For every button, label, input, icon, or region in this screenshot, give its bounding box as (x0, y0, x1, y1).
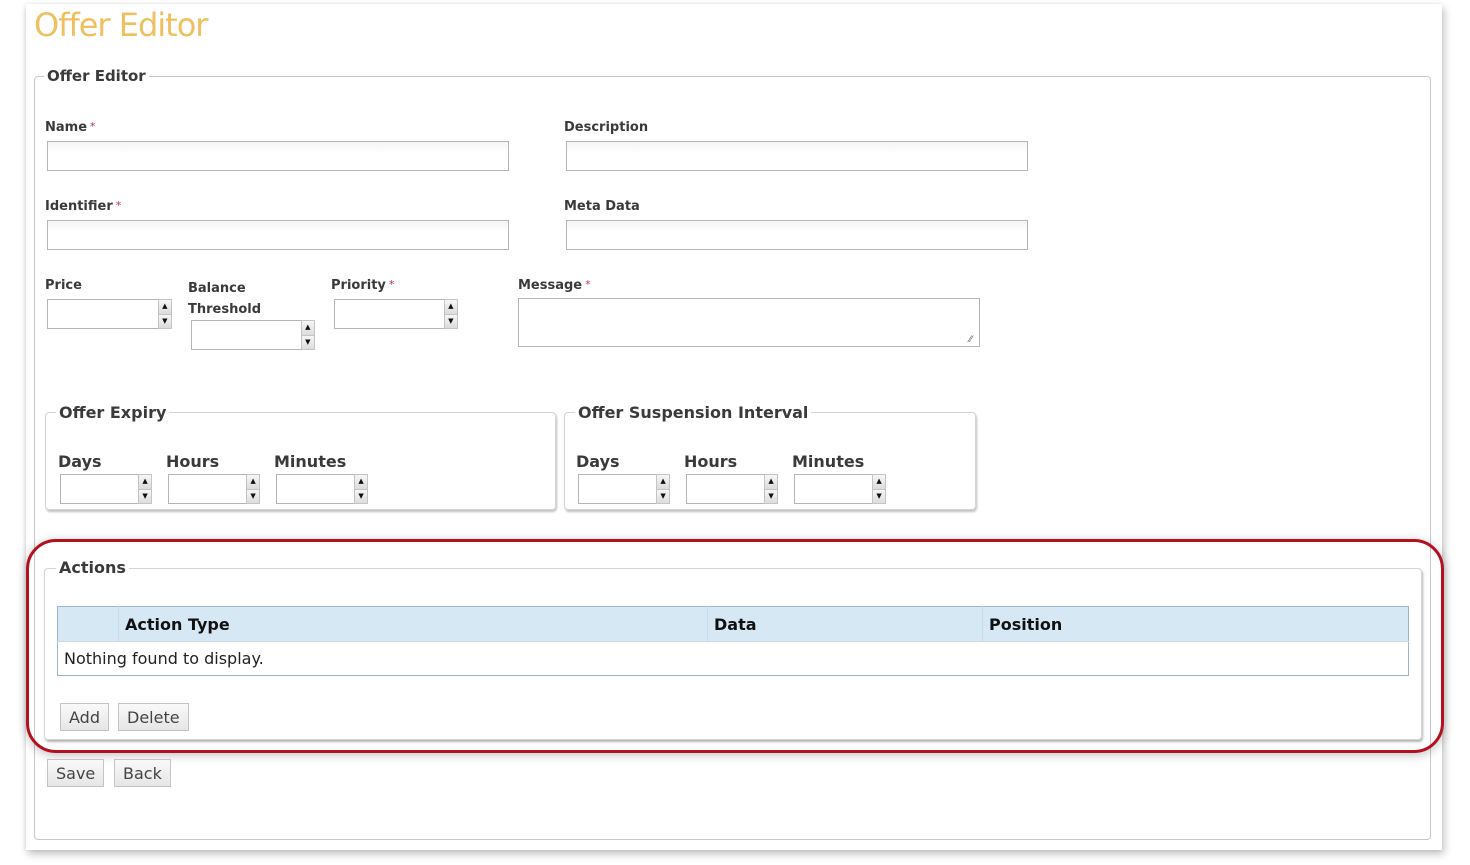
required-marker: * (388, 278, 395, 291)
table-header-row: Action Type Data Position (57, 606, 1409, 642)
suspension-hours-spinner: ▲ ▼ (686, 474, 778, 504)
suspension-hours-input[interactable] (686, 474, 765, 504)
balance-threshold-input[interactable] (191, 320, 301, 350)
identifier-label-text: Identifier (45, 199, 113, 214)
priority-spinner: ▲ ▼ (334, 299, 458, 329)
empty-message: Nothing found to display. (57, 641, 1409, 676)
price-spinner: ▲ ▼ (47, 299, 172, 329)
priority-label: Priority * (331, 278, 394, 293)
suspension-minutes-input[interactable] (794, 474, 873, 504)
spin-buttons: ▲ ▼ (246, 474, 260, 504)
decrement-arrow-icon[interactable]: ▼ (873, 488, 885, 503)
price-input[interactable] (47, 299, 158, 329)
increment-arrow-icon[interactable]: ▲ (355, 475, 367, 489)
actions-legend: Actions (56, 558, 129, 577)
name-input[interactable] (47, 141, 509, 171)
delete-action-button[interactable]: Delete (118, 703, 189, 731)
expiry-minutes-spinner: ▲ ▼ (276, 474, 368, 504)
column-header-data[interactable]: Data (707, 606, 983, 642)
message-label-text: Message (518, 278, 583, 293)
add-action-button[interactable]: Add (60, 703, 109, 731)
increment-arrow-icon[interactable]: ▲ (301, 321, 314, 335)
increment-arrow-icon[interactable]: ▲ (657, 475, 669, 489)
back-button[interactable]: Back (114, 759, 171, 787)
expiry-hours-label: Hours (166, 452, 220, 471)
name-label: Name * (45, 120, 96, 135)
identifier-input[interactable] (47, 220, 509, 250)
column-header-position[interactable]: Position (982, 606, 1409, 642)
actions-table: Action Type Data Position Nothing found … (57, 606, 1409, 676)
expiry-minutes-input[interactable] (276, 474, 355, 504)
increment-arrow-icon[interactable]: ▲ (139, 475, 151, 489)
balance-threshold-label-line2: Threshold (188, 302, 262, 317)
decrement-arrow-icon[interactable]: ▼ (247, 488, 259, 503)
resize-grip-icon[interactable]: ⁄⁄ (969, 336, 977, 345)
name-label-text: Name (45, 120, 88, 135)
priority-label-text: Priority (331, 278, 386, 293)
price-label: Price (45, 278, 82, 293)
decrement-arrow-icon[interactable]: ▼ (657, 488, 669, 503)
suspension-days-input[interactable] (578, 474, 657, 504)
decrement-arrow-icon[interactable]: ▼ (139, 488, 151, 503)
table-row: Nothing found to display. (57, 641, 1409, 676)
column-header-select[interactable] (57, 606, 119, 642)
required-marker: * (115, 199, 122, 212)
suspension-minutes-spinner: ▲ ▼ (794, 474, 886, 504)
increment-arrow-icon[interactable]: ▲ (765, 475, 777, 489)
expiry-hours-input[interactable] (168, 474, 247, 504)
spin-buttons: ▲ ▼ (656, 474, 670, 504)
decrement-arrow-icon[interactable]: ▼ (301, 334, 314, 349)
required-marker: * (90, 120, 96, 133)
priority-input[interactable] (334, 299, 444, 329)
increment-arrow-icon[interactable]: ▲ (158, 300, 171, 314)
increment-arrow-icon[interactable]: ▲ (873, 475, 885, 489)
expiry-hours-spinner: ▲ ▼ (168, 474, 260, 504)
message-label: Message * (518, 278, 591, 293)
balance-threshold-label: Balance Threshold (188, 278, 261, 320)
increment-arrow-icon[interactable]: ▲ (444, 300, 457, 314)
save-button[interactable]: Save (47, 759, 105, 787)
decrement-arrow-icon[interactable]: ▼ (158, 313, 171, 328)
required-marker: * (585, 278, 591, 291)
spin-buttons: ▲ ▼ (300, 320, 315, 350)
offer-editor-legend: Offer Editor (44, 67, 149, 85)
suspension-minutes-label: Minutes (792, 452, 865, 471)
suspension-days-spinner: ▲ ▼ (578, 474, 670, 504)
suspension-hours-label: Hours (684, 452, 738, 471)
spin-buttons: ▲ ▼ (872, 474, 886, 504)
meta-data-input[interactable] (566, 220, 1028, 250)
balance-threshold-label-line1: Balance (188, 281, 246, 296)
meta-data-label: Meta Data (564, 199, 640, 214)
description-input[interactable] (566, 141, 1028, 171)
column-header-action-type[interactable]: Action Type (118, 606, 708, 642)
decrement-arrow-icon[interactable]: ▼ (765, 488, 777, 503)
expiry-days-label: Days (58, 452, 102, 471)
spin-buttons: ▲ ▼ (764, 474, 778, 504)
spin-buttons: ▲ ▼ (157, 299, 172, 329)
spin-buttons: ▲ ▼ (354, 474, 368, 504)
identifier-label: Identifier * (45, 199, 121, 214)
offer-suspension-legend: Offer Suspension Interval (575, 403, 812, 422)
decrement-arrow-icon[interactable]: ▼ (355, 488, 367, 503)
expiry-days-spinner: ▲ ▼ (60, 474, 152, 504)
suspension-days-label: Days (576, 452, 620, 471)
page-title: Offer Editor (34, 6, 208, 44)
expiry-minutes-label: Minutes (274, 452, 347, 471)
balance-threshold-spinner: ▲ ▼ (191, 320, 315, 350)
increment-arrow-icon[interactable]: ▲ (247, 475, 259, 489)
offer-expiry-legend: Offer Expiry (56, 403, 170, 422)
message-textarea[interactable]: ⁄⁄ (518, 298, 980, 347)
spin-buttons: ▲ ▼ (443, 299, 458, 329)
spin-buttons: ▲ ▼ (138, 474, 152, 504)
description-label: Description (564, 120, 649, 135)
expiry-days-input[interactable] (60, 474, 139, 504)
decrement-arrow-icon[interactable]: ▼ (444, 313, 457, 328)
